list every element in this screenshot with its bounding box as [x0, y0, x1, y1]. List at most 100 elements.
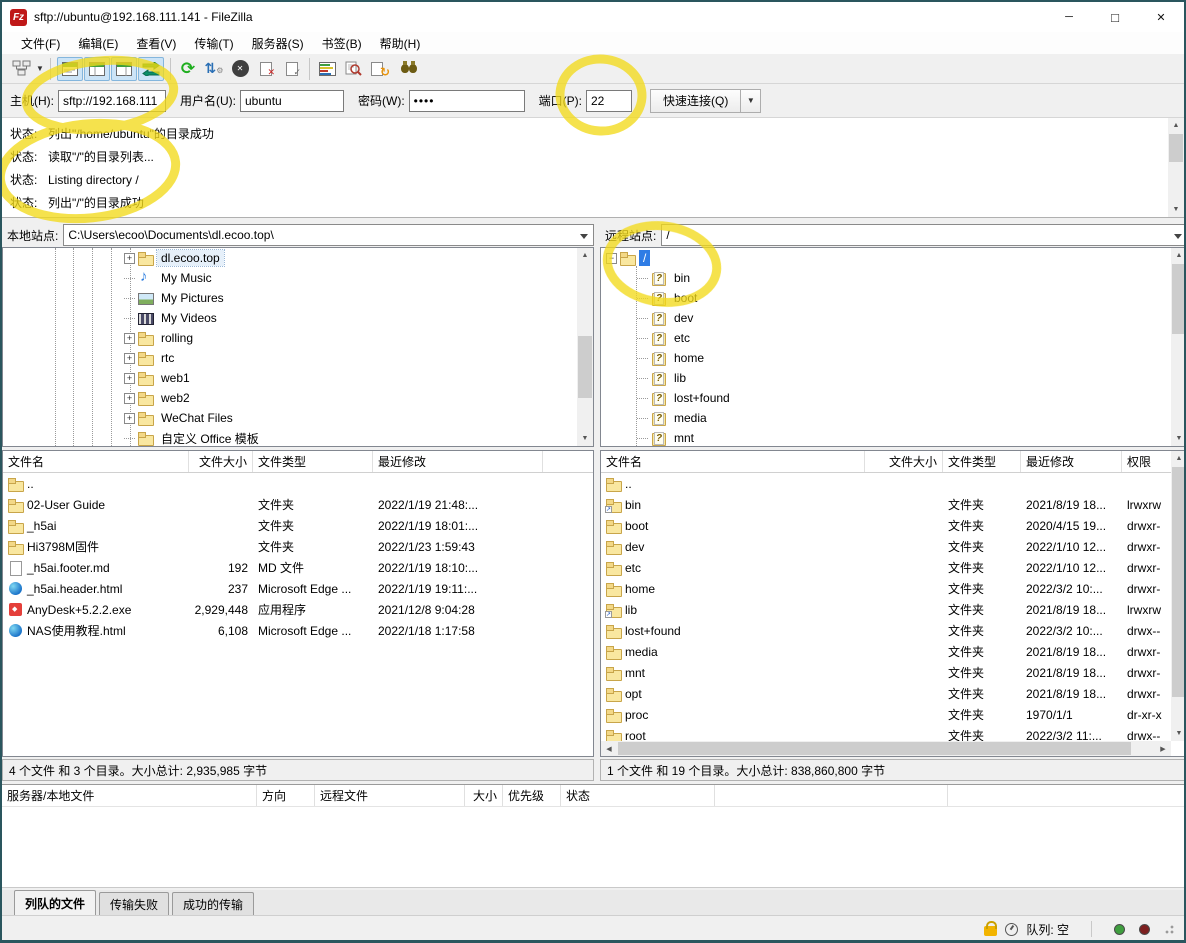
expander-minus-icon[interactable]: −	[606, 253, 617, 264]
table-row[interactable]: proc文件夹1970/1/1dr-xr-x	[601, 704, 1186, 725]
expander-plus-icon[interactable]: +	[124, 253, 135, 264]
tree-item[interactable]: +web1	[3, 368, 593, 388]
tab-successful-transfers[interactable]: 成功的传输	[172, 892, 254, 915]
scroll-up-icon[interactable]: ▲	[577, 248, 593, 263]
tree-item[interactable]: dev	[601, 308, 1186, 328]
column-header-type[interactable]: 文件类型	[253, 451, 373, 472]
column-header-type[interactable]: 文件类型	[943, 451, 1021, 472]
table-row[interactable]: ↗bin文件夹2021/8/19 18...lrwxrw	[601, 494, 1186, 515]
table-row[interactable]: boot文件夹2020/4/15 19...drwxr-	[601, 515, 1186, 536]
username-input[interactable]	[240, 90, 344, 112]
tree-item[interactable]: home	[601, 348, 1186, 368]
speed-limit-icon[interactable]	[1005, 923, 1018, 936]
reconnect-button[interactable]: ✓	[279, 57, 305, 81]
tree-item[interactable]: +rolling	[3, 328, 593, 348]
directory-comparison-button[interactable]	[314, 57, 340, 81]
expander-plus-icon[interactable]: +	[124, 373, 135, 384]
process-queue-button[interactable]: ⇅⚙	[201, 57, 227, 81]
table-row[interactable]: ..	[601, 473, 1186, 494]
menu-file[interactable]: 文件(F)	[12, 33, 69, 54]
column-header-server-local-file[interactable]: 服务器/本地文件	[2, 785, 257, 806]
scrollbar-thumb[interactable]	[1172, 467, 1186, 697]
menu-edit[interactable]: 编辑(E)	[69, 33, 127, 54]
toggle-local-tree-button[interactable]	[84, 57, 110, 81]
expander-plus-icon[interactable]: +	[124, 413, 135, 424]
local-path-combo[interactable]: C:\Users\ecoo\Documents\dl.ecoo.top\	[63, 224, 594, 246]
tree-item[interactable]: mnt	[601, 428, 1186, 447]
tree-item[interactable]: My Music	[3, 268, 593, 288]
column-header-size[interactable]: 大小	[465, 785, 503, 806]
table-row[interactable]: opt文件夹2021/8/19 18...drwxr-	[601, 683, 1186, 704]
table-row[interactable]: mnt文件夹2021/8/19 18...drwxr-	[601, 662, 1186, 683]
host-input[interactable]	[58, 90, 166, 112]
tree-item[interactable]: bin	[601, 268, 1186, 288]
toggle-remote-tree-button[interactable]	[111, 57, 137, 81]
menu-server[interactable]: 服务器(S)	[243, 33, 313, 54]
table-row[interactable]: home文件夹2022/3/2 10:...drwxr-	[601, 578, 1186, 599]
remote-list-vscrollbar[interactable]: ▲ ▼	[1171, 451, 1186, 741]
remote-path-combo[interactable]: /	[661, 224, 1186, 246]
local-tree-scrollbar[interactable]: ▲ ▼	[577, 248, 593, 446]
table-row[interactable]: ↗lib文件夹2021/8/19 18...lrwxrw	[601, 599, 1186, 620]
tree-item[interactable]: 自定义 Office 模板	[3, 428, 593, 447]
scroll-down-icon[interactable]: ▼	[577, 431, 593, 446]
table-row[interactable]: _h5ai.footer.md192MD 文件2022/1/19 18:10:.…	[3, 557, 593, 578]
column-header-permissions[interactable]: 权限	[1122, 451, 1174, 472]
column-header-direction[interactable]: 方向	[257, 785, 315, 806]
table-row[interactable]: _h5ai文件夹2022/1/19 18:01:...	[3, 515, 593, 536]
scrollbar-thumb[interactable]	[1172, 264, 1186, 334]
menu-view[interactable]: 查看(V)	[127, 33, 185, 54]
scroll-left-icon[interactable]: ◀	[601, 741, 617, 756]
table-row[interactable]: _h5ai.header.html237Microsoft Edge ...20…	[3, 578, 593, 599]
table-row[interactable]: ..	[3, 473, 593, 494]
tree-item[interactable]: boot	[601, 288, 1186, 308]
password-input[interactable]	[409, 90, 525, 112]
column-header-modified[interactable]: 最近修改	[1021, 451, 1122, 472]
expander-plus-icon[interactable]: +	[124, 333, 135, 344]
table-row[interactable]: Hi3798M固件文件夹2022/1/23 1:59:43	[3, 536, 593, 557]
column-header-status[interactable]: 状态	[561, 785, 715, 806]
tree-item[interactable]: +web2	[3, 388, 593, 408]
toggle-queue-button[interactable]	[138, 57, 164, 81]
tree-item[interactable]: etc	[601, 328, 1186, 348]
scroll-right-icon[interactable]: ▶	[1155, 741, 1171, 756]
column-header-size[interactable]: 文件大小	[189, 451, 253, 472]
remote-tree-scrollbar[interactable]: ▲ ▼	[1171, 248, 1186, 446]
port-input[interactable]	[586, 90, 632, 112]
find-files-button[interactable]	[392, 57, 418, 81]
site-manager-button[interactable]	[8, 57, 34, 81]
scroll-up-icon[interactable]: ▲	[1168, 118, 1184, 133]
column-header-name[interactable]: 文件名ˆ	[3, 451, 189, 472]
filter-button[interactable]	[340, 57, 366, 81]
scroll-down-icon[interactable]: ▼	[1171, 726, 1186, 741]
scrollbar-thumb[interactable]	[618, 742, 1131, 755]
close-button[interactable]	[1138, 2, 1184, 32]
expander-plus-icon[interactable]: +	[124, 353, 135, 364]
menu-transfer[interactable]: 传输(T)	[185, 33, 242, 54]
scroll-up-icon[interactable]: ▲	[1171, 451, 1186, 466]
table-row[interactable]: etc文件夹2022/1/10 12...drwxr-	[601, 557, 1186, 578]
tree-item[interactable]: My Videos	[3, 308, 593, 328]
column-header-remote-file[interactable]: 远程文件	[315, 785, 465, 806]
disconnect-button[interactable]: ✕	[253, 57, 279, 81]
scroll-down-icon[interactable]: ▼	[1171, 431, 1186, 446]
column-header-modified[interactable]: 最近修改	[373, 451, 543, 472]
table-row[interactable]: media文件夹2021/8/19 18...drwxr-	[601, 641, 1186, 662]
tree-item[interactable]: media	[601, 408, 1186, 428]
site-manager-dropdown[interactable]: ▼	[34, 57, 46, 81]
minimize-button[interactable]	[1046, 2, 1092, 32]
table-row[interactable]: NAS使用教程.html6,108Microsoft Edge ...2022/…	[3, 620, 593, 641]
expander-plus-icon[interactable]: +	[124, 393, 135, 404]
menu-help[interactable]: 帮助(H)	[371, 33, 430, 54]
tree-item[interactable]: +WeChat Files	[3, 408, 593, 428]
toggle-log-button[interactable]	[57, 57, 83, 81]
tree-item-root[interactable]: −/	[601, 248, 1186, 268]
resize-grip[interactable]	[1164, 924, 1174, 934]
synchronized-browsing-button[interactable]	[366, 57, 392, 81]
table-row[interactable]: 02-User Guide文件夹2022/1/19 21:48:...	[3, 494, 593, 515]
scroll-up-icon[interactable]: ▲	[1171, 248, 1186, 263]
table-row[interactable]: dev文件夹2022/1/10 12...drwxr-	[601, 536, 1186, 557]
quickconnect-button[interactable]: 快速连接(Q)	[650, 89, 741, 113]
column-header-priority[interactable]: 优先级	[503, 785, 561, 806]
refresh-button[interactable]: ⟳	[175, 57, 201, 81]
